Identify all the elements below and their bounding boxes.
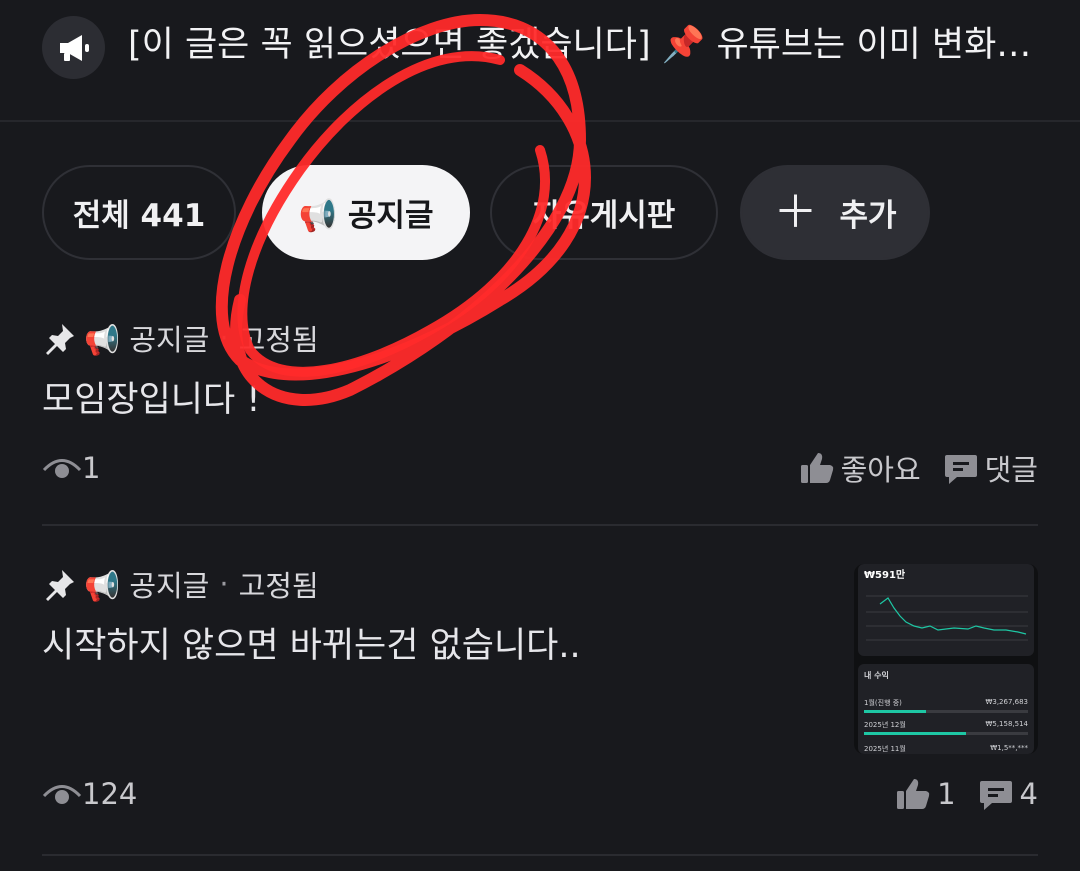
like-button[interactable]: 1: [895, 777, 956, 811]
tab-free-board[interactable]: 자유게시판: [490, 165, 718, 260]
like-button[interactable]: 좋아요: [799, 447, 921, 489]
post-thumbnail[interactable]: ₩591만 내 수익 1월(진행 중) ₩3,267,683 2025년 12월…: [854, 564, 1038, 754]
tab-notice[interactable]: 📢 공지글: [262, 165, 470, 260]
post-stats: 1 좋아요 댓글: [42, 448, 1038, 488]
like-count: 1: [937, 777, 956, 811]
notice-text: [이 글은 꼭 읽으셨으면 좋겠습니다] 📌 유튜브는 이미 변화…: [128, 25, 1032, 65]
comment-icon: [944, 455, 977, 484]
thumbnail-progress-fill: [864, 732, 966, 735]
divider: [42, 524, 1038, 526]
post-category: 📢 공지글: [84, 569, 210, 603]
pinned-label: 고정됨: [238, 323, 319, 357]
add-label: 추가: [839, 198, 897, 234]
pin-icon: [46, 570, 74, 601]
tab-all[interactable]: 전체 441: [42, 165, 236, 260]
thumbs-up-icon: [897, 779, 930, 809]
post-item[interactable]: 📢 공지글 · 고정됨 모임장입니다 !: [42, 318, 1038, 422]
megaphone-icon: [42, 16, 105, 79]
plus-icon: ＋: [773, 186, 818, 238]
post-title: 모임장입니다 !: [42, 380, 261, 420]
comment-button[interactable]: 4: [978, 777, 1038, 811]
view-count: 1: [82, 451, 101, 485]
eye-icon: [42, 459, 82, 478]
view-count: 124: [82, 777, 138, 811]
add-category-button[interactable]: ＋ 추가: [740, 165, 930, 260]
thumbnail-earnings-card: 내 수익 1월(진행 중) ₩3,267,683 2025년 12월 ₩5,15…: [858, 664, 1034, 754]
post-stats: 124 1 4: [42, 774, 1038, 814]
thumbnail-progress-bar: [864, 710, 1028, 713]
post-item[interactable]: 📢 공지글 · 고정됨 시작하지 않으면 바뀌는건 없습니다.. ₩591만 내…: [42, 564, 1038, 754]
comment-button[interactable]: 댓글: [943, 447, 1038, 489]
comment-icon: [979, 781, 1012, 810]
thumbnail-chart-card: ₩591만: [858, 564, 1034, 656]
thumbs-up-icon: [800, 453, 833, 483]
pin-icon: [46, 324, 74, 355]
thumbnail-line-chart: [866, 595, 1028, 641]
eye-icon: [42, 785, 82, 804]
notice-bar[interactable]: [이 글은 꼭 읽으셨으면 좋겠습니다] 📌 유튜브는 이미 변화…: [0, 0, 1080, 122]
thumbnail-progress-bar: [864, 732, 1028, 735]
pinned-label: 고정됨: [238, 569, 319, 603]
thumbnail-progress-fill: [864, 710, 927, 713]
post-category: 📢 공지글: [84, 323, 210, 357]
divider: [42, 854, 1038, 856]
comment-count: 4: [1019, 777, 1038, 811]
